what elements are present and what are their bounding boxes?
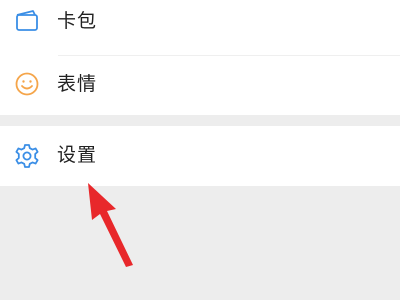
smiley-icon — [13, 70, 41, 98]
menu-item-label: 设置 — [57, 144, 98, 166]
menu-group-settings: 设置 — [0, 126, 400, 186]
menu-item-settings[interactable]: 设置 — [0, 126, 400, 186]
menu-item-label: 表情 — [57, 73, 98, 95]
menu-item-stickers[interactable]: 表情 — [0, 55, 400, 113]
menu-item-label: 卡包 — [57, 10, 98, 32]
gear-icon — [13, 142, 41, 170]
menu-item-cards[interactable]: 卡包 — [0, 0, 400, 50]
card-wallet-icon — [13, 7, 41, 35]
menu-group-top: 卡包 表情 — [0, 0, 400, 115]
